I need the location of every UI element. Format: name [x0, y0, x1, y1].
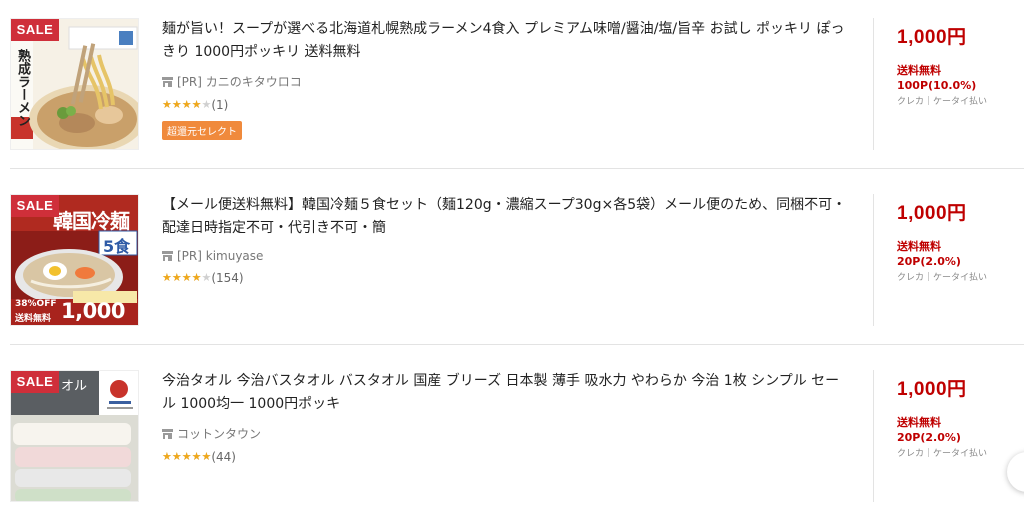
divider — [873, 370, 874, 502]
product-item: 熟成ラーメン SALE 麺が旨い！スープが選べる北海道札幌熟成ラーメン4食入 プ… — [0, 0, 1024, 158]
price: 1,000円 — [897, 379, 967, 400]
shop-name: コットンタウン — [177, 427, 262, 441]
rating[interactable]: ★★★★★ ★★★★★ (1) — [162, 98, 852, 112]
star-rating-icon: ★★★★★ ★★★★★ — [162, 271, 212, 284]
payment-methods: クレカ｜ケータイ払い — [897, 273, 988, 283]
review-count: (44) — [211, 450, 236, 464]
price: 1,000円 — [897, 203, 967, 224]
price-column: 1,000円 送料無料 100P(10.0%) クレカ｜ケータイ払い — [897, 22, 1022, 109]
image-badge: 5食 — [103, 237, 131, 256]
shop-link[interactable]: [PR] カニのキタウロコ — [162, 73, 852, 90]
shop-icon — [162, 428, 173, 439]
product-title[interactable]: 【メール便送料無料】韓国冷麺５食セット（麺120g・濃縮スープ30g×各5袋）メ… — [162, 194, 852, 240]
product-image[interactable]: オル SALE — [10, 370, 139, 502]
item-separator — [10, 344, 1024, 345]
review-count: (1) — [211, 98, 229, 112]
image-text: オル — [61, 379, 88, 394]
shop-name: [PR] カニのキタウロコ — [177, 75, 302, 89]
divider — [873, 194, 874, 326]
product-title[interactable]: 今治タオル 今治バスタオル バスタオル 国産 ブリーズ 日本製 薄手 吸水力 や… — [162, 370, 852, 416]
product-image[interactable]: 韓国冷麺 5食 38%OFF 送料無料 1,000円 SALE — [10, 194, 139, 326]
product-item: オル SALE 今治タオル 今治バスタオル バスタオル 国産 ブリーズ 日本製 … — [0, 352, 1024, 506]
shop-link[interactable]: コットンタウン — [162, 425, 852, 442]
free-shipping: 送料無料 — [897, 240, 941, 253]
points: 20P(2.0%) — [897, 255, 961, 268]
price: 1,000円 — [897, 27, 967, 48]
image-off: 38%OFF — [15, 299, 57, 309]
sale-badge: SALE — [11, 195, 59, 217]
image-text: 熟成ラーメン — [15, 49, 30, 127]
product-title[interactable]: 麺が旨い！スープが選べる北海道札幌熟成ラーメン4食入 プレミアム味噌/醤油/塩/… — [162, 18, 852, 64]
shop-icon — [162, 251, 173, 261]
product-item: 韓国冷麺 5食 38%OFF 送料無料 1,000円 SALE 【メール便送料無… — [0, 176, 1024, 334]
payment-methods: クレカ｜ケータイ払い — [897, 449, 988, 459]
sale-badge: SALE — [11, 19, 59, 41]
image-free: 送料無料 — [15, 314, 52, 324]
image-title: 韓国冷麺 — [53, 209, 130, 233]
price-column: 1,000円 送料無料 20P(2.0%) クレカ｜ケータイ払い — [897, 198, 1022, 285]
points: 20P(2.0%) — [897, 431, 961, 444]
rating[interactable]: ★★★★★ ★★★★★ (154) — [162, 271, 852, 285]
star-rating-icon: ★★★★★ ★★★★★ — [162, 98, 212, 111]
image-price: 1,000円 — [61, 299, 125, 323]
free-shipping: 送料無料 — [897, 416, 941, 429]
shop-icon — [162, 76, 173, 87]
payment-methods: クレカ｜ケータイ払い — [897, 97, 988, 107]
points: 100P(10.0%) — [897, 79, 977, 92]
sale-badge: SALE — [11, 371, 59, 393]
price-column: 1,000円 送料無料 20P(2.0%) クレカ｜ケータイ払い — [897, 374, 1022, 461]
review-count: (154) — [211, 271, 244, 285]
star-rating-icon: ★★★★★ ★★★★★ — [162, 450, 212, 463]
item-separator — [10, 168, 1024, 169]
product-image[interactable]: 熟成ラーメン SALE — [10, 18, 139, 150]
divider — [873, 18, 874, 150]
rating[interactable]: ★★★★★ ★★★★★ (44) — [162, 450, 852, 464]
select-tag: 超還元セレクト — [162, 121, 242, 140]
free-shipping: 送料無料 — [897, 64, 941, 77]
shop-link[interactable]: [PR] kimuyase — [162, 249, 852, 263]
shop-name: [PR] kimuyase — [177, 249, 264, 263]
